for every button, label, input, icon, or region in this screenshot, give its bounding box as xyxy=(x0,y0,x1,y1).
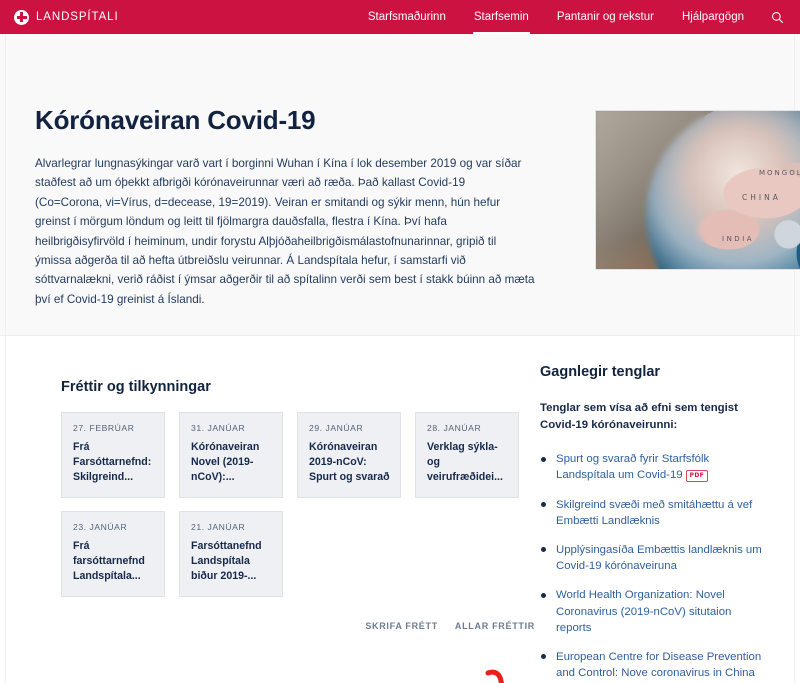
news-actions: SKRIFA FRÉTT ALLAR FRÉTTIR xyxy=(61,621,535,631)
news-card[interactable]: 21. JANÚAR Farsóttanefnd Landspítala bið… xyxy=(179,511,283,598)
write-news-link[interactable]: SKRIFA FRÉTT xyxy=(365,621,438,631)
useful-links-title: Gagnlegir tenglar xyxy=(540,364,661,380)
news-card-title: Kórónaveiran 2019-nCoV: Spurt og svarað xyxy=(309,441,390,484)
news-card-grid: 27. FEBRÚAR Frá Farsóttarnefnd: Skilgrei… xyxy=(61,412,521,598)
list-item: European Centre for Disease Prevention a… xyxy=(540,649,764,681)
list-item: Spurt og svarað fyrir Starfsfólk Landspí… xyxy=(540,451,764,483)
site-header: LANDSPÍTALI Starfsmaðurinn Starfsemin Pa… xyxy=(0,0,800,34)
list-item: Skilgreind svæði með smitáhættu á vef Em… xyxy=(540,497,764,529)
hero-text-block: Kórónaveiran Covid-19 Alvarlegrar lungna… xyxy=(35,105,535,309)
list-item: World Health Organization: Novel Coronav… xyxy=(540,587,764,636)
brand-name: LANDSPÍTALI xyxy=(36,11,119,23)
hero-body-text: Alvarlegrar lungnasýkingar varð vart í b… xyxy=(35,156,535,306)
globe-label-china: CHINA xyxy=(742,193,781,202)
news-section: Fréttir og tilkynningar 27. FEBRÚAR Frá … xyxy=(20,336,535,683)
search-icon xyxy=(771,11,783,23)
link-skilgreind-svaedi[interactable]: Skilgreind svæði með smitáhættu á vef Em… xyxy=(556,499,752,527)
news-card[interactable]: 28. JANÚAR Verklag sýkla- og veirufræðid… xyxy=(415,412,519,499)
nav-item-hjalpargogn[interactable]: Hjálpargögn xyxy=(668,0,758,34)
hero-section: Kórónaveiran Covid-19 Alvarlegrar lungna… xyxy=(0,34,800,336)
globe-label-mongolia: MONGOLIA xyxy=(759,169,800,177)
news-card-date: 27. FEBRÚAR xyxy=(73,423,135,433)
news-card-date: 31. JANÚAR xyxy=(191,423,246,433)
news-card-date: 28. JANÚAR xyxy=(427,423,482,433)
main-navigation: Starfsmaðurinn Starfsemin Pantanir og re… xyxy=(354,0,790,34)
globe-label-india: INDIA xyxy=(722,235,755,243)
link-who-situation-reports[interactable]: World Health Organization: Novel Coronav… xyxy=(556,589,731,633)
nav-item-starfsemin[interactable]: Starfsemin xyxy=(460,0,543,34)
news-card-title: Kórónaveiran Novel (2019-nCoV):... xyxy=(191,441,260,484)
lower-content: Fréttir og tilkynningar 27. FEBRÚAR Frá … xyxy=(0,336,800,683)
news-card-title: Frá Farsóttarnefnd: Skilgreind... xyxy=(73,441,152,484)
news-card-date: 21. JANÚAR xyxy=(191,522,246,533)
hero-container: Kórónaveiran Covid-19 Alvarlegrar lungna… xyxy=(5,34,800,335)
useful-links-section: Gagnlegir tenglar Tenglar sem vísa að ef… xyxy=(532,336,780,683)
news-card-date: 23. JANÚAR xyxy=(73,522,128,533)
news-card-title: Verklag sýkla- og veirufræðidei... xyxy=(427,441,503,484)
useful-links-intro: Tenglar sem vísa að efni sem tengist Cov… xyxy=(540,402,738,432)
medical-cross-circle-icon xyxy=(14,9,29,25)
news-section-title: Fréttir og tilkynningar xyxy=(61,379,211,395)
nav-item-starfsmadurinn[interactable]: Starfsmaðurinn xyxy=(354,0,460,34)
lower-container: Fréttir og tilkynningar 27. FEBRÚAR Frá … xyxy=(5,336,795,683)
news-card[interactable]: 23. JANÚAR Frá farsóttarnefnd Landspítal… xyxy=(61,511,165,598)
site-logo[interactable]: LANDSPÍTALI xyxy=(14,9,119,25)
news-card[interactable]: 27. FEBRÚAR Frá Farsóttarnefnd: Skilgrei… xyxy=(61,412,165,499)
nav-item-pantanir-og-rekstur[interactable]: Pantanir og rekstur xyxy=(543,0,668,34)
news-card[interactable]: 29. JANÚAR Kórónaveiran 2019-nCoV: Spurt… xyxy=(297,412,401,499)
news-card-title: Farsóttanefnd Landspítala biður 2019-... xyxy=(191,540,262,583)
search-button[interactable] xyxy=(764,0,790,34)
list-item: Upplýsingasíða Embættis landlæknis um Co… xyxy=(540,542,764,574)
globe-photo: MONGOLIA CHINA INDIA xyxy=(595,110,800,270)
news-card[interactable]: 31. JANÚAR Kórónaveiran Novel (2019-nCoV… xyxy=(179,412,283,499)
news-card-date: 29. JANÚAR xyxy=(309,423,364,433)
all-news-link[interactable]: ALLAR FRÉTTIR xyxy=(455,621,535,631)
pdf-badge-icon: PDF xyxy=(685,469,709,483)
link-upplysingasida-landlaeknis[interactable]: Upplýsingasíða Embættis landlæknis um Co… xyxy=(556,544,762,572)
news-card-title: Frá farsóttarnefnd Landspítala... xyxy=(73,540,145,583)
page-title: Kórónaveiran Covid-19 xyxy=(35,105,316,135)
link-ecdc-china[interactable]: European Centre for Disease Prevention a… xyxy=(556,651,761,679)
photo-blur-overlay xyxy=(596,111,706,269)
useful-links-list: Spurt og svarað fyrir Starfsfólk Landspí… xyxy=(540,451,764,683)
